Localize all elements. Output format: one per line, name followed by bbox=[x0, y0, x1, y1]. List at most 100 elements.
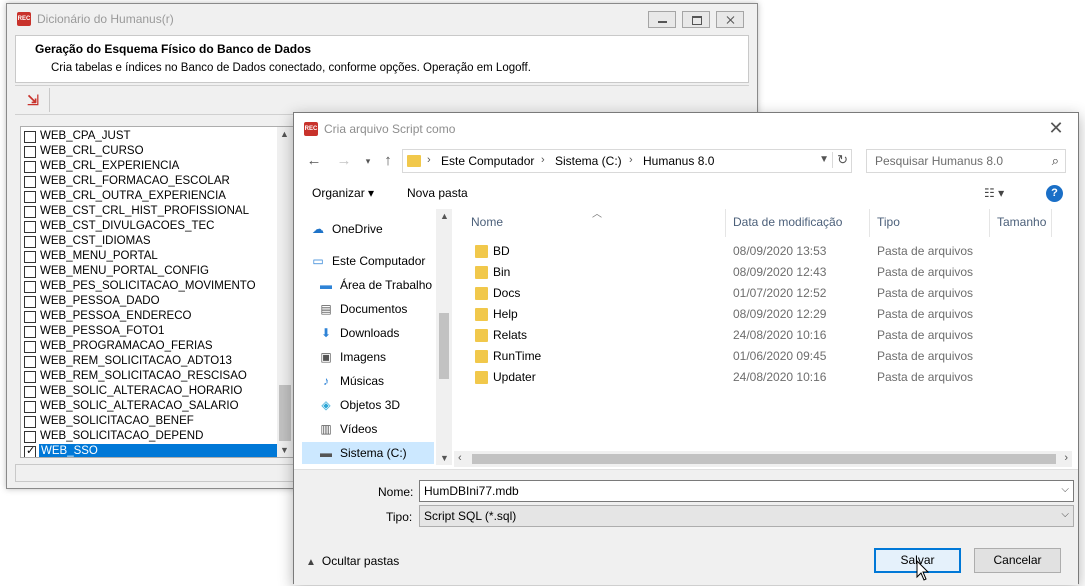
checklist-scrollbar[interactable]: ▲ ▼ bbox=[277, 127, 293, 457]
scroll-down-icon[interactable]: ▼ bbox=[440, 453, 449, 463]
search-box[interactable]: ⌕ bbox=[866, 149, 1066, 173]
nav-item[interactable]: ▬ Sistema (C:) bbox=[302, 442, 434, 464]
checkbox[interactable] bbox=[24, 326, 36, 338]
view-options-icon[interactable]: ☷ ▾ bbox=[984, 186, 1004, 200]
horizontal-scrollbar[interactable]: ‹ › bbox=[454, 451, 1072, 467]
filename-value[interactable]: HumDBIni77.mdb bbox=[424, 484, 519, 498]
breadcrumb-folder[interactable]: Humanus 8.0 bbox=[643, 154, 714, 168]
checkbox[interactable] bbox=[24, 236, 36, 248]
nav-item[interactable]: ♪ Músicas bbox=[302, 370, 432, 392]
table-checklist-item[interactable]: WEB_CPA_JUST bbox=[21, 129, 279, 144]
recent-locations-icon[interactable]: ▾ bbox=[358, 151, 378, 171]
table-checklist-item[interactable]: WEB_MENU_PORTAL_CONFIG bbox=[21, 264, 279, 279]
file-row[interactable]: Docs 01/07/2020 12:52 Pasta de arquivos bbox=[454, 283, 1054, 304]
column-divider[interactable] bbox=[989, 209, 990, 237]
checkbox[interactable] bbox=[24, 371, 36, 383]
table-checklist-item[interactable]: WEB_CRL_FORMACAO_ESCOLAR bbox=[21, 174, 279, 189]
checkbox[interactable] bbox=[24, 356, 36, 368]
nav-item[interactable]: ☁ OneDrive bbox=[302, 218, 432, 240]
nav-item[interactable]: ⬇ Downloads bbox=[302, 322, 432, 344]
file-row[interactable]: Help 08/09/2020 12:29 Pasta de arquivos bbox=[454, 304, 1054, 325]
filename-field[interactable]: HumDBIni77.mdb ⌵ bbox=[419, 480, 1074, 502]
column-header-date[interactable]: Data de modificação bbox=[733, 209, 842, 235]
table-checklist-item[interactable]: WEB_SOLIC_ALTERACAO_HORARIO bbox=[21, 384, 279, 399]
checkbox[interactable] bbox=[24, 416, 36, 428]
chevron-down-icon[interactable]: ⌵ bbox=[1061, 509, 1069, 520]
table-checklist-item[interactable]: WEB_MENU_PORTAL bbox=[21, 249, 279, 264]
table-checklist-item[interactable]: WEB_REM_SOLICITACAO_RESCISAO bbox=[21, 369, 279, 384]
refresh-icon[interactable]: ↻ bbox=[832, 152, 848, 168]
chevron-down-icon[interactable]: ⌵ bbox=[1061, 484, 1069, 495]
checkbox[interactable] bbox=[24, 176, 36, 188]
checkbox[interactable] bbox=[24, 386, 36, 398]
forward-arrow-icon[interactable]: → bbox=[334, 151, 354, 171]
minimize-button[interactable] bbox=[648, 11, 676, 28]
scroll-thumb[interactable] bbox=[279, 385, 291, 441]
table-checklist-item[interactable]: WEB_PROGRAMACAO_FERIAS bbox=[21, 339, 279, 354]
checkbox[interactable] bbox=[24, 266, 36, 278]
file-row[interactable]: RunTime 01/06/2020 09:45 Pasta de arquivos bbox=[454, 346, 1054, 367]
scroll-thumb[interactable] bbox=[439, 313, 449, 379]
scroll-down-icon[interactable]: ▼ bbox=[280, 445, 289, 455]
help-icon[interactable]: ? bbox=[1046, 185, 1063, 202]
checkbox[interactable] bbox=[24, 221, 36, 233]
checkbox[interactable] bbox=[24, 131, 36, 143]
close-icon[interactable]: ✕ bbox=[1044, 117, 1068, 139]
nav-scrollbar[interactable]: ▲ ▼ bbox=[436, 209, 452, 465]
breadcrumb-computer[interactable]: Este Computador bbox=[441, 154, 534, 168]
table-checklist[interactable]: WEB_CPA_JUST WEB_CRL_CURSO WEB_CRL_EXPERIE… bbox=[20, 126, 294, 458]
nav-item[interactable]: ▤ Documentos bbox=[302, 298, 432, 320]
breadcrumb-separator-icon[interactable]: › bbox=[427, 154, 431, 166]
column-divider[interactable] bbox=[1051, 209, 1052, 237]
chevron-down-icon[interactable]: ▼ bbox=[819, 154, 829, 165]
table-checklist-item[interactable]: WEB_PES_SOLICITACAO_MOVIMENTO bbox=[21, 279, 279, 294]
cancel-button[interactable]: Cancelar bbox=[974, 548, 1061, 573]
table-checklist-item[interactable]: WEB_CRL_OUTRA_EXPERIENCIA bbox=[21, 189, 279, 204]
checkbox[interactable] bbox=[24, 431, 36, 443]
table-checklist-item[interactable]: WEB_CST_DIVULGACOES_TEC bbox=[21, 219, 279, 234]
table-checklist-item[interactable]: WEB_SOLICITACAO_BENEF bbox=[21, 414, 279, 429]
checkbox[interactable] bbox=[24, 251, 36, 263]
table-checklist-item[interactable]: WEB_CST_IDIOMAS bbox=[21, 234, 279, 249]
table-checklist-item[interactable]: WEB_CST_CRL_HIST_PROFISSIONAL bbox=[21, 204, 279, 219]
filetype-select[interactable]: Script SQL (*.sql) ⌵ bbox=[419, 505, 1074, 527]
column-header-size[interactable]: Tamanho bbox=[997, 209, 1046, 235]
file-row[interactable]: BD 08/09/2020 13:53 Pasta de arquivos bbox=[454, 241, 1054, 262]
dialog-titlebar[interactable]: REC Cria arquivo Script como ✕ bbox=[294, 113, 1078, 144]
checkbox[interactable] bbox=[24, 341, 36, 353]
file-row[interactable]: Bin 08/09/2020 12:43 Pasta de arquivos bbox=[454, 262, 1054, 283]
search-icon[interactable]: ⌕ bbox=[1052, 153, 1059, 169]
file-row[interactable]: Updater 24/08/2020 10:16 Pasta de arquivos bbox=[454, 367, 1054, 388]
checkbox[interactable] bbox=[24, 161, 36, 173]
nav-item[interactable]: ▬ Área de Trabalho bbox=[302, 274, 432, 296]
nav-item[interactable]: ▣ Imagens bbox=[302, 346, 432, 368]
checkbox[interactable] bbox=[24, 296, 36, 308]
nav-item[interactable]: ▥ Vídeos bbox=[302, 418, 432, 440]
table-checklist-item[interactable]: WEB_SSO bbox=[21, 444, 279, 457]
back-arrow-icon[interactable]: ← bbox=[304, 151, 324, 171]
checkbox[interactable] bbox=[24, 146, 36, 158]
checkbox[interactable] bbox=[24, 191, 36, 203]
table-checklist-item[interactable]: WEB_REM_SOLICITACAO_ADTO13 bbox=[21, 354, 279, 369]
column-divider[interactable] bbox=[869, 209, 870, 237]
nav-item[interactable]: ▭ Este Computador bbox=[302, 250, 432, 272]
table-checklist-item[interactable]: WEB_CRL_EXPERIENCIA bbox=[21, 159, 279, 174]
table-checklist-item[interactable]: WEB_CRL_CURSO bbox=[21, 144, 279, 159]
new-folder-button[interactable]: Nova pasta bbox=[407, 186, 468, 200]
breadcrumb-separator-icon[interactable]: › bbox=[541, 154, 545, 166]
address-bar[interactable]: › Este Computador › Sistema (C:) › Human… bbox=[402, 149, 852, 173]
dictionary-titlebar[interactable]: REC Dicionário do Humanus(r) bbox=[7, 4, 757, 34]
column-header-name[interactable]: Nome bbox=[471, 209, 503, 235]
maximize-button[interactable] bbox=[682, 11, 710, 28]
checkbox[interactable] bbox=[24, 281, 36, 293]
checkbox[interactable] bbox=[24, 401, 36, 413]
up-arrow-icon[interactable]: ↑ bbox=[378, 151, 398, 171]
checkbox[interactable] bbox=[24, 444, 36, 457]
organize-button[interactable]: Organizar ▾ bbox=[312, 186, 374, 200]
breadcrumb-separator-icon[interactable]: › bbox=[629, 154, 633, 166]
table-checklist-item[interactable]: WEB_PESSOA_FOTO1 bbox=[21, 324, 279, 339]
column-header-type[interactable]: Tipo bbox=[877, 209, 900, 235]
scroll-up-icon[interactable]: ▲ bbox=[440, 211, 449, 221]
file-row[interactable]: Relats 24/08/2020 10:16 Pasta de arquivos bbox=[454, 325, 1054, 346]
table-checklist-item[interactable]: WEB_SOLICITACAO_DEPEND bbox=[21, 429, 279, 444]
